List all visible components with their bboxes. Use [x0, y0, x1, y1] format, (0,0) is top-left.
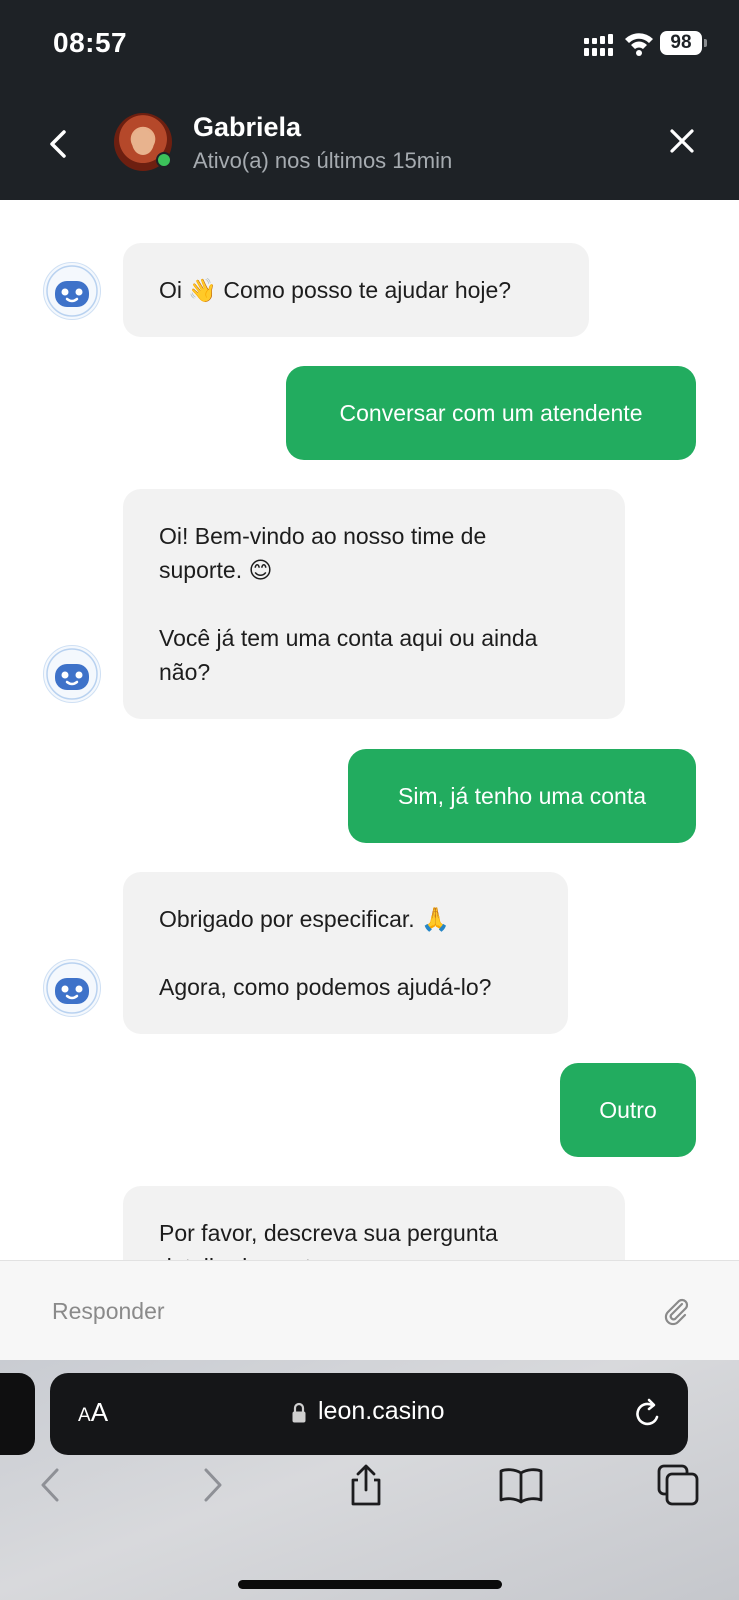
back-icon[interactable] [27, 1460, 77, 1510]
text-size-button[interactable]: AA [78, 1397, 108, 1428]
chat-header: Gabriela Ativo(a) nos últimos 15min [0, 88, 739, 200]
message-text: Obrigado por especificar. 🙏 [159, 906, 450, 932]
message-text: Por favor, descreva sua pergunta [159, 1220, 498, 1246]
robot-icon [46, 962, 98, 1014]
reply-input[interactable] [0, 1261, 650, 1361]
previous-tab-preview[interactable] [0, 1373, 35, 1455]
message-text: não? [159, 659, 211, 685]
outgoing-message-bubble: Outro [560, 1063, 696, 1157]
reload-icon[interactable] [632, 1397, 664, 1431]
cellular-signal-icon [584, 34, 613, 56]
tabs-icon[interactable] [653, 1460, 703, 1510]
home-indicator [238, 1580, 502, 1589]
message-text: detalhadamente. [159, 1250, 589, 1260]
close-icon[interactable] [665, 124, 699, 158]
reply-bar [0, 1260, 739, 1361]
robot-icon [46, 265, 98, 317]
message-text: Oi! Bem-vindo ao nosso time de [159, 523, 487, 549]
bookmarks-icon[interactable] [496, 1460, 546, 1510]
status-bar: 08:57 98 [0, 0, 739, 88]
address-bar[interactable]: AA leon.casino [50, 1373, 688, 1455]
lock-icon [292, 1402, 306, 1423]
outgoing-message-bubble: Sim, já tenho uma conta [348, 749, 696, 843]
share-icon[interactable] [341, 1460, 391, 1510]
outgoing-message-bubble: Conversar com um atendente [286, 366, 696, 460]
chat-messages[interactable]: Oi 👋 Como posso te ajudar hoje? Conversa… [0, 200, 739, 1260]
incoming-message-bubble: Oi! Bem-vindo ao nosso time de suporte. … [123, 489, 625, 719]
incoming-message-bubble: Oi 👋 Como posso te ajudar hoje? [123, 243, 589, 337]
avatar-face [132, 129, 154, 155]
bot-avatar [43, 959, 101, 1017]
back-arrow-icon[interactable] [40, 124, 76, 164]
online-status-dot [156, 152, 172, 168]
message-text: suporte. 😊 [159, 557, 273, 583]
battery-indicator: 98 [660, 31, 707, 55]
browser-toolbar: AA leon.casino [0, 1360, 739, 1600]
incoming-message-bubble: Por favor, descreva sua pergunta detalha… [123, 1186, 625, 1260]
robot-icon [46, 648, 98, 700]
paperclip-icon[interactable] [660, 1295, 692, 1327]
message-spacer [159, 936, 532, 970]
message-text: Oi 👋 Como posso te ajudar hoje? [159, 277, 512, 303]
message-spacer [159, 587, 589, 621]
incoming-message-bubble: Obrigado por especificar. 🙏 Agora, como … [123, 872, 568, 1034]
contact-status: Ativo(a) nos últimos 15min [193, 148, 453, 173]
message-text: Agora, como podemos ajudá-lo? [159, 974, 492, 1000]
bot-avatar [43, 645, 101, 703]
forward-icon[interactable] [186, 1460, 236, 1510]
contact-name: Gabriela [193, 112, 302, 142]
status-time: 08:57 [53, 27, 128, 58]
bot-avatar [43, 262, 101, 320]
message-text: Você já tem uma conta aqui ou ainda [159, 625, 538, 651]
url-text: leon.casino [318, 1397, 445, 1425]
wifi-icon [625, 33, 653, 56]
